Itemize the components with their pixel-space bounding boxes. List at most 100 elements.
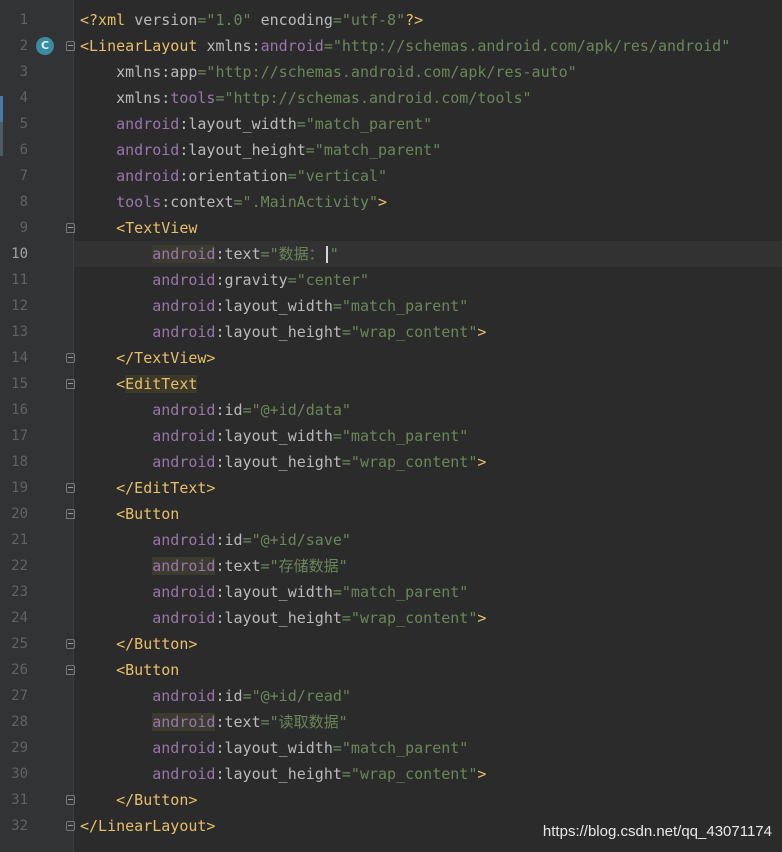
code-text: android:text="数据： ": [80, 241, 339, 267]
code-line[interactable]: 28 android:text="读取数据": [11, 709, 782, 735]
line-number: 8: [19, 194, 28, 210]
code-text: <?xml version="1.0" encoding="utf-8"?>: [80, 7, 423, 33]
code-line[interactable]: 14 </TextView>: [11, 345, 782, 371]
fold-collapse-icon[interactable]: [66, 509, 75, 519]
token: ="match_parent": [332, 297, 469, 315]
code-line[interactable]: 27 android:id="@+id/read": [11, 683, 782, 709]
fold-end-icon[interactable]: [66, 353, 75, 363]
line-number: 31: [11, 792, 28, 808]
code-line[interactable]: 31 </Button>: [11, 787, 782, 813]
token: </Button>: [80, 635, 198, 653]
token: :layout_height: [215, 609, 342, 627]
token: ="match_parent": [332, 427, 469, 445]
token: ="vertical": [287, 167, 388, 185]
code-text: android:layout_width="match_parent": [80, 579, 468, 605]
line-number: 16: [11, 402, 28, 418]
token: </EditText>: [80, 479, 216, 497]
token: >: [378, 193, 388, 211]
token: ="wrap_content": [341, 765, 478, 783]
fold-end-icon[interactable]: [66, 483, 75, 493]
code-line[interactable]: 20 <Button: [11, 501, 782, 527]
code-line[interactable]: 11 android:gravity="center": [11, 267, 782, 293]
token: :layout_width: [215, 739, 333, 757]
code-editor[interactable]: 1 <?xml version="1.0" encoding="utf-8"?> 2…: [11, 0, 782, 852]
code-line[interactable]: 13 android:layout_height="wrap_content">: [11, 319, 782, 345]
line-number: 25: [11, 636, 28, 652]
code-text: </TextView>: [80, 345, 215, 371]
fold-collapse-icon[interactable]: [66, 223, 75, 233]
code-line[interactable]: 26 <Button: [11, 657, 782, 683]
code-line[interactable]: 21 android:id="@+id/save": [11, 527, 782, 553]
token: android: [80, 271, 216, 289]
line-number: 30: [11, 766, 28, 782]
token: tools: [170, 89, 216, 107]
code-line[interactable]: 19 </EditText>: [11, 475, 782, 501]
code-line[interactable]: 15 <EditText: [11, 371, 782, 397]
code-line[interactable]: 30 android:layout_height="wrap_content">: [11, 761, 782, 787]
token: android: [260, 37, 324, 55]
line-number: 17: [11, 428, 28, 444]
code-line[interactable]: 23 android:layout_width="match_parent": [11, 579, 782, 605]
code-text: android:layout_width="match_parent": [80, 293, 468, 319]
code-line[interactable]: 1 <?xml version="1.0" encoding="utf-8"?>: [20, 7, 782, 33]
token: android: [80, 453, 216, 471]
fold-end-icon[interactable]: [66, 821, 75, 831]
line-number: 9: [19, 220, 28, 236]
token: android: [80, 739, 216, 757]
token: ="数据：: [260, 245, 324, 263]
fold-collapse-icon[interactable]: [66, 379, 75, 389]
code-line[interactable]: 4 xmlns:tools="http://schemas.android.co…: [20, 85, 782, 111]
fold-collapse-icon[interactable]: [66, 665, 75, 675]
code-text: android:layout_height="wrap_content">: [80, 761, 486, 787]
code-line[interactable]: 24 android:layout_height="wrap_content">: [11, 605, 782, 631]
code-text: </LinearLayout>: [80, 813, 215, 839]
code-line[interactable]: 6 android:layout_height="match_parent": [20, 137, 782, 163]
line-number: 23: [11, 584, 28, 600]
code-line[interactable]: 12 android:layout_width="match_parent": [11, 293, 782, 319]
code-line[interactable]: 29 android:layout_width="match_parent": [11, 735, 782, 761]
token: ": [329, 245, 339, 263]
token: xmlns:app: [80, 63, 198, 81]
token: ="wrap_content": [341, 609, 478, 627]
code-line[interactable]: 5 android:layout_width="match_parent": [20, 111, 782, 137]
line-number: 13: [11, 324, 28, 340]
token: :text: [215, 245, 261, 263]
line-number: 3: [19, 64, 28, 80]
line-number: 15: [11, 376, 28, 392]
code-line[interactable]: 18 android:layout_height="wrap_content">: [11, 449, 782, 475]
token: :layout_height: [179, 141, 306, 159]
code-line[interactable]: 22 android:text="存储数据": [11, 553, 782, 579]
code-line[interactable]: 16 android:id="@+id/data": [11, 397, 782, 423]
token: android: [80, 167, 180, 185]
token: :id: [215, 531, 243, 549]
token: android: [80, 297, 216, 315]
token: :layout_width: [215, 427, 333, 445]
code-text: <LinearLayout xmlns:android="http://sche…: [80, 33, 730, 59]
code-line[interactable]: 10 android:text="数据： ": [11, 241, 782, 267]
code-line[interactable]: 7 android:orientation="vertical": [20, 163, 782, 189]
token: android: [80, 141, 180, 159]
token: :text: [215, 713, 261, 731]
code-line[interactable]: 9 <TextView: [20, 215, 782, 241]
code-line[interactable]: 2 <LinearLayout xmlns:android="http://sch…: [20, 33, 782, 59]
code-line[interactable]: 3 xmlns:app="http://schemas.android.com/…: [20, 59, 782, 85]
code-text: android:layout_height="wrap_content">: [80, 449, 486, 475]
token: xmlns:: [206, 37, 261, 55]
code-line[interactable]: 17 android:layout_width="match_parent": [11, 423, 782, 449]
fold-end-icon[interactable]: [66, 795, 75, 805]
token: :layout_height: [215, 323, 342, 341]
code-text: </EditText>: [80, 475, 215, 501]
code-line[interactable]: 25 </Button>: [11, 631, 782, 657]
fold-end-icon[interactable]: [66, 639, 75, 649]
token: >: [477, 323, 487, 341]
token: >: [477, 453, 487, 471]
token: android: [80, 115, 180, 133]
token: ="读取数据": [260, 713, 348, 731]
token: <Button: [80, 661, 180, 679]
class-icon[interactable]: C: [36, 37, 54, 55]
fold-collapse-icon[interactable]: [66, 41, 75, 51]
token: ="wrap_content": [341, 453, 478, 471]
line-number: 7: [19, 168, 28, 184]
line-number: 26: [11, 662, 28, 678]
code-line[interactable]: 8 tools:context=".MainActivity">: [20, 189, 782, 215]
